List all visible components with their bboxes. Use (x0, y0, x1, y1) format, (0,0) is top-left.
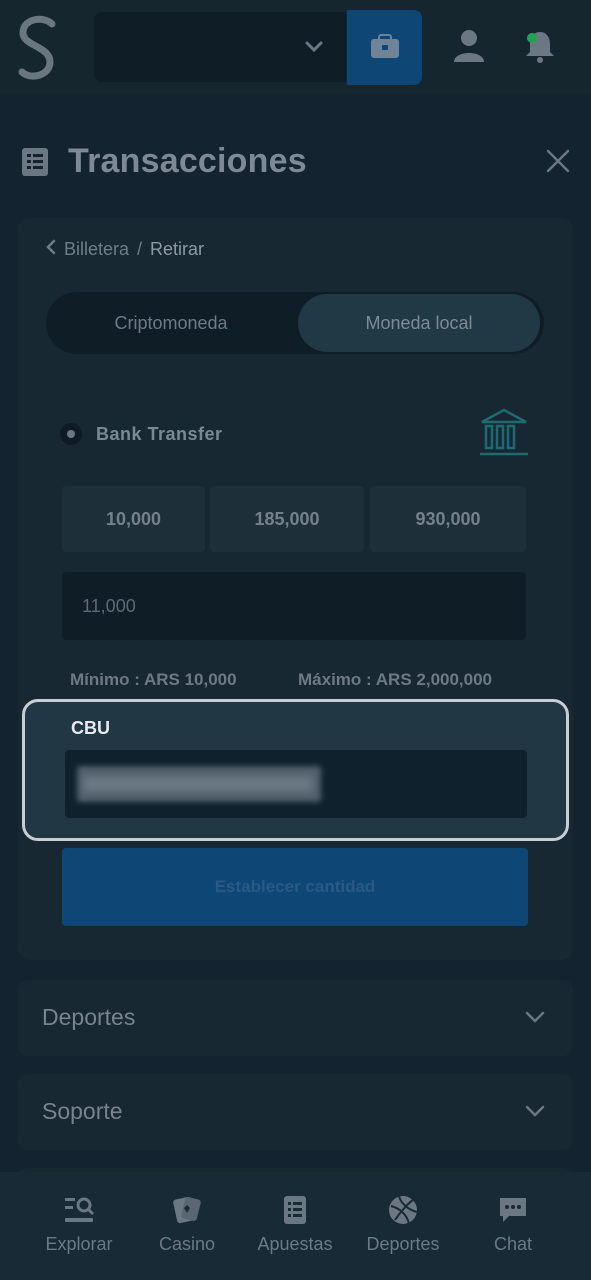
chevron-down-icon (304, 40, 324, 59)
nav-bets[interactable]: Apuestas (240, 1194, 350, 1255)
page-title: Transacciones (68, 142, 307, 180)
accordion-support[interactable]: Soporte (18, 1074, 573, 1150)
nav-label: Apuestas (257, 1234, 333, 1254)
accordion-label: Deportes (42, 1004, 136, 1030)
tab-crypto[interactable]: Criptomoneda (50, 294, 292, 352)
nav-chat[interactable]: Chat (458, 1194, 568, 1255)
balance-selector[interactable] (94, 12, 346, 82)
accordion-sports[interactable]: Deportes (18, 980, 573, 1056)
method-label: Bank Transfer (96, 423, 223, 444)
cbu-field-card: CBU (22, 699, 569, 841)
amount-preset-2[interactable]: 185,000 (210, 486, 364, 552)
bell-icon[interactable] (522, 28, 558, 69)
nav-label: Chat (493, 1234, 533, 1254)
cbu-label: CBU (71, 718, 110, 738)
tab-local-currency[interactable]: Moneda local (298, 294, 540, 352)
cbu-input[interactable] (65, 750, 527, 818)
bottom-nav: Explorar Casino Apuestas Deportes Chat (0, 1172, 591, 1280)
user-icon[interactable] (452, 28, 486, 69)
chevron-down-icon (525, 1010, 545, 1029)
nav-explore[interactable]: Explorar (24, 1194, 134, 1255)
method-radio[interactable] (60, 423, 82, 445)
breadcrumb-separator: / (137, 238, 143, 259)
payment-method-option[interactable]: Bank Transfer (60, 418, 223, 450)
amount-input[interactable]: 11,000 (62, 572, 526, 640)
maximum-limit: Máximo : ARS 2,000,000 (298, 670, 493, 689)
currency-tabs: Criptomoneda Moneda local (46, 292, 544, 354)
breadcrumb-parent[interactable]: Billetera (64, 239, 129, 260)
bank-icon (478, 406, 530, 463)
nav-label: Casino (158, 1234, 216, 1254)
amount-preset-1[interactable]: 10,000 (62, 486, 205, 552)
ball-icon (389, 1195, 418, 1225)
breadcrumb-current: Retirar (150, 238, 205, 259)
wallet-icon (371, 34, 399, 58)
accordion-label: Soporte (42, 1098, 123, 1124)
nav-label: Deportes (366, 1234, 440, 1254)
chat-icon (500, 1198, 526, 1222)
stake-logo[interactable] (14, 14, 60, 82)
transactions-header: Transacciones (0, 130, 591, 200)
wallet-button[interactable] (347, 10, 422, 85)
amount-preset-3[interactable]: 930,000 (370, 486, 526, 552)
nav-label: Explorar (45, 1234, 113, 1254)
breadcrumb: Billetera / Retirar (46, 238, 204, 260)
chevron-left-icon[interactable] (46, 239, 56, 260)
redacted-value (77, 766, 321, 802)
set-amount-button[interactable]: Establecer cantidad (62, 848, 528, 926)
cards-icon (173, 1196, 201, 1224)
nav-sports[interactable]: Deportes (348, 1194, 458, 1255)
chevron-down-icon (525, 1104, 545, 1123)
minimum-limit: Mínimo : ARS 10,000 (70, 670, 237, 689)
nav-casino[interactable]: Casino (132, 1194, 242, 1255)
betslip-icon (284, 1196, 306, 1224)
close-icon[interactable] (545, 148, 571, 179)
amount-limits: Mínimo : ARS 10,000 Máximo : ARS 2,000,0… (70, 670, 530, 690)
top-bar (0, 0, 591, 94)
receipt-icon (20, 146, 50, 183)
search-list-icon (65, 1197, 95, 1222)
